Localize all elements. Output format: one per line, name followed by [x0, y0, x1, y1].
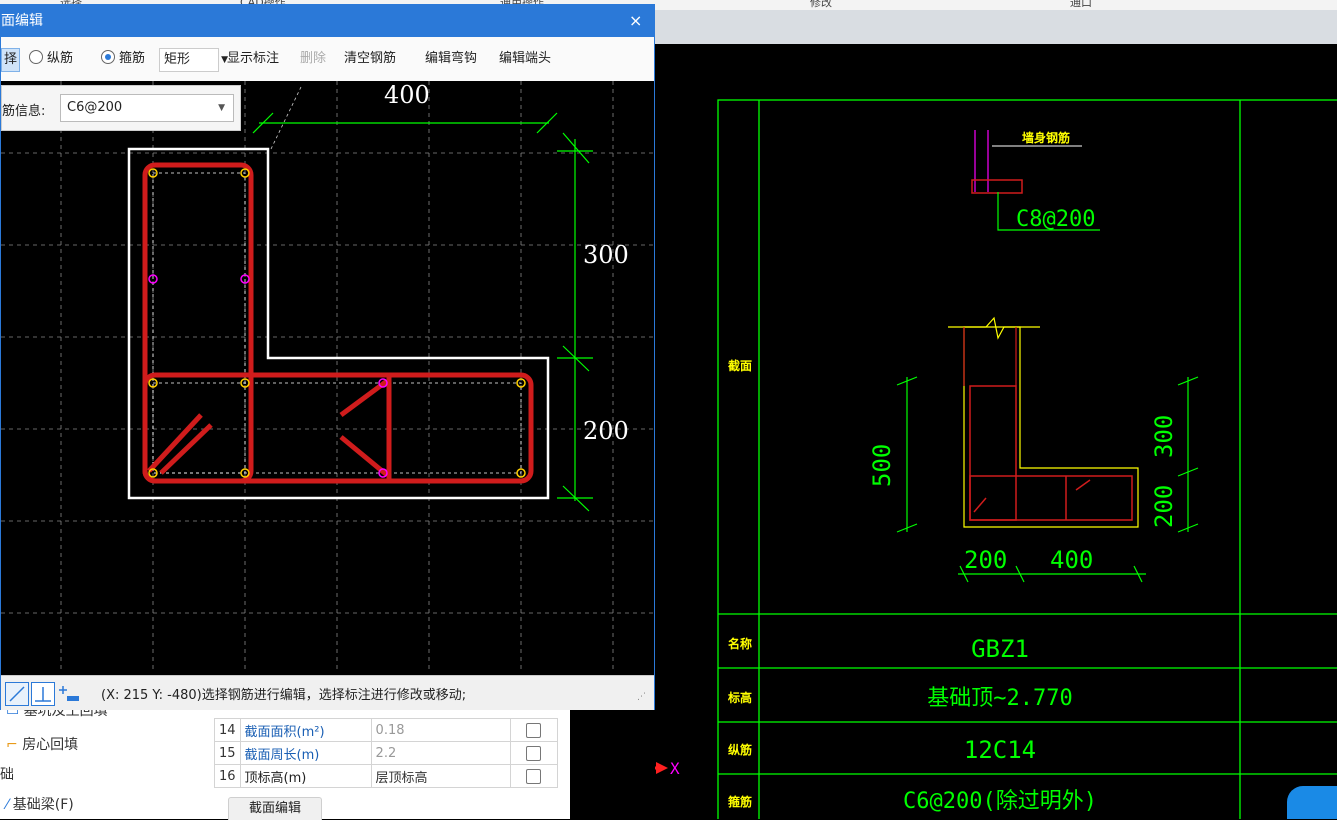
radio-icon: [29, 50, 43, 64]
snap-line-icon[interactable]: [5, 682, 29, 706]
status-text: (X: 215 Y: -480)选择钢筋进行编辑，选择标注进行修改或移动;: [101, 688, 467, 703]
stirrup-value: C6@200(除过明外): [903, 789, 1097, 814]
prop-name: 截面面积(m²): [239, 718, 372, 742]
table-row[interactable]: 16 顶标高(m) 层顶标高: [214, 764, 558, 788]
tree-item-room-backfill[interactable]: ⌐ 房心回填: [6, 734, 78, 754]
menu-item-modify[interactable]: 修改: [810, 0, 832, 10]
wall-rebar-label: 墙身钢筋: [1022, 130, 1070, 145]
row-label-longitudinal: 纵筋: [728, 742, 752, 757]
prop-checkbox[interactable]: [526, 722, 542, 738]
prop-name: 顶标高(m): [239, 764, 372, 788]
chevron-down-icon: ▼: [218, 103, 225, 113]
radio-checked-icon: [101, 50, 115, 64]
name-value: GBZ1: [971, 635, 1029, 663]
row-label-section: 截面: [728, 358, 752, 373]
drawing-tab-bar: [655, 10, 1337, 44]
prop-checkbox[interactable]: [526, 745, 542, 761]
longitudinal-radio[interactable]: 纵筋: [29, 48, 73, 70]
section-edit-tab-button[interactable]: 截面编辑: [228, 797, 322, 820]
shape-dropdown[interactable]: 矩形 ▼: [159, 48, 228, 72]
tree-item-foundation-beam[interactable]: ⁄ 基础梁(F): [6, 794, 74, 814]
section-edit-dialog: 面编辑 × 择 纵筋 箍筋 矩形 ▼ 显示标注 删除 清空钢筋 编辑弯钩 编辑端头: [0, 4, 655, 710]
row-label-elevation: 标高: [727, 690, 752, 705]
component-tree-panel: ▭ 基坑及土回填 ⌐ 房心回填 础 ⁄ 基础梁(F): [0, 700, 210, 819]
beam-icon: ⁄: [6, 797, 13, 813]
resize-grip-icon[interactable]: ⋰: [637, 692, 646, 702]
table-row[interactable]: 14 截面面积(m²) 0.18: [214, 718, 558, 742]
help-bubble-icon[interactable]: [1287, 786, 1337, 819]
insert-point-icon[interactable]: [57, 682, 81, 706]
ucs-axis-icon: [655, 762, 668, 774]
dim-300: 300: [1150, 415, 1178, 458]
edit-end-button[interactable]: 编辑端头: [499, 48, 551, 70]
dim-400-label: 400: [384, 81, 430, 109]
close-icon[interactable]: ×: [629, 5, 642, 37]
dialog-status-bar: (X: 215 Y: -480)选择钢筋进行编辑，选择标注进行修改或移动; ⋰: [1, 675, 654, 710]
axis-x-label: X: [670, 759, 680, 778]
dimension-lines: [252, 112, 593, 512]
rebar-info-label: 筋信息:: [2, 104, 46, 119]
dim-300-label: 300: [583, 241, 629, 269]
wall-rebar-spec: C8@200: [1016, 207, 1095, 232]
edit-hook-button[interactable]: 编辑弯钩: [425, 48, 477, 70]
dialog-title: 面编辑: [1, 13, 43, 29]
prop-value[interactable]: 层顶标高: [370, 764, 511, 788]
dim-500: 500: [868, 444, 896, 487]
tree-group-foundation[interactable]: 础: [0, 764, 14, 784]
table-row[interactable]: 15 截面周长(m) 2.2: [214, 741, 558, 765]
dialog-toolbar: 择 纵筋 箍筋 矩形 ▼ 显示标注 删除 清空钢筋 编辑弯钩 编辑端头: [1, 37, 654, 82]
prop-checkbox[interactable]: [526, 768, 542, 784]
dim-200-label: 200: [583, 417, 629, 445]
row-label-name: 名称: [728, 636, 752, 651]
cad-drawing-area[interactable]: 墙身钢筋 C8@200 500 300 200 200 400 截面 名称 标高…: [655, 44, 1337, 819]
prop-value[interactable]: 0.18: [370, 718, 511, 742]
longitudinal-value: 12C14: [964, 736, 1036, 764]
select-button[interactable]: 择: [1, 48, 21, 72]
prop-value[interactable]: 2.2: [370, 741, 511, 765]
clear-rebar-button[interactable]: 清空钢筋: [344, 48, 396, 70]
stirrup-radio[interactable]: 箍筋: [101, 48, 145, 70]
section-canvas[interactable]: 400 300 200: [1, 81, 654, 675]
property-table: 14 截面面积(m²) 0.18 15 截面周长(m) 2.2 16 顶标高(m…: [214, 718, 558, 788]
prop-name: 截面周长(m): [239, 741, 372, 765]
dim-200-vertical: 200: [1150, 485, 1178, 528]
dim-200-horizontal: 200: [964, 546, 1007, 574]
dialog-title-bar[interactable]: 面编辑 ×: [1, 5, 654, 37]
elevation-value: 基础顶~2.770: [927, 686, 1072, 711]
stirrups: [142, 162, 534, 484]
row-label-stirrup: 箍筋: [727, 794, 752, 809]
dim-400: 400: [1050, 546, 1093, 574]
delete-button[interactable]: 删除: [300, 48, 326, 70]
rebar-info-select[interactable]: C6@200 ▼: [60, 94, 234, 122]
perpendicular-icon[interactable]: [31, 682, 55, 706]
rebar-info-panel: 筋信息: C6@200 ▼: [1, 85, 241, 131]
backfill-icon: ⌐: [6, 737, 23, 753]
menu-item-other[interactable]: 通口: [1070, 0, 1092, 10]
show-dimension-button[interactable]: 显示标注: [227, 48, 279, 70]
